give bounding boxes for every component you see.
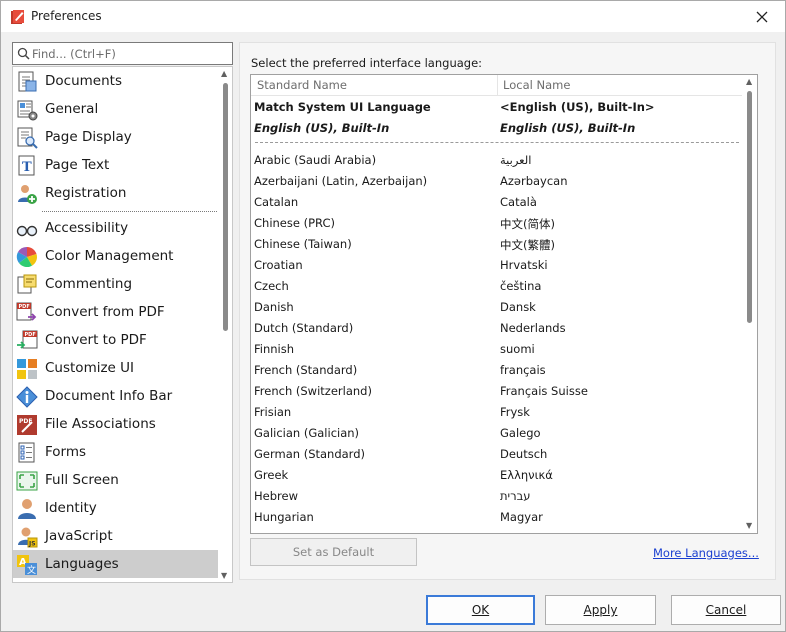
language-row[interactable]: Czech čeština [251, 276, 743, 297]
language-row[interactable]: Dutch (Standard) Nederlands [251, 318, 743, 339]
color-management-icon [16, 246, 37, 268]
language-row[interactable]: Frisian Frysk [251, 402, 743, 423]
general-icon [17, 100, 38, 121]
scroll-down-arrow-icon[interactable]: ▼ [746, 521, 752, 530]
registration-icon [18, 185, 37, 204]
convert-to-pdf-icon: PDF [17, 330, 38, 349]
nav-item-file-associations[interactable]: PDF File Associations [13, 410, 218, 438]
nav-item-identity[interactable]: Identity [13, 494, 218, 522]
ok-button[interactable]: OK [426, 595, 535, 625]
language-row[interactable]: Croatian Hrvatski [251, 255, 743, 276]
page-display-icon [17, 127, 38, 149]
language-prompt: Select the preferred interface language: [251, 56, 483, 70]
scrollbar-thumb[interactable] [747, 91, 752, 323]
full-screen-icon [16, 471, 38, 491]
language-list-scrollbar[interactable]: ▲ ▼ [742, 75, 757, 533]
svg-text:PDF: PDF [19, 304, 30, 310]
nav-item-convert-from-pdf[interactable]: PDF Convert from PDF [13, 298, 218, 326]
language-row[interactable]: Hungarian Magyar [251, 507, 743, 528]
commenting-icon [17, 274, 37, 294]
language-row[interactable]: Hebrew עברית [251, 486, 743, 507]
forms-icon [18, 442, 35, 463]
nav-item-commenting[interactable]: Commenting [13, 270, 218, 298]
nav-item-registration[interactable]: Registration [13, 179, 218, 207]
file-associations-icon: PDF [17, 415, 37, 435]
language-row[interactable]: Azerbaijani (Latin, Azerbaijan) Azərbayca… [251, 171, 743, 192]
list-separator [255, 142, 739, 143]
search-icon [17, 47, 30, 60]
nav-item-languages[interactable]: A文 Languages [13, 550, 218, 578]
preferences-dialog: Preferences Documents General Page Displ… [0, 0, 786, 632]
nav-item-documents[interactable]: Documents [13, 67, 218, 95]
search-field[interactable] [12, 42, 233, 65]
nav-item-customize-ui[interactable]: Customize UI [13, 354, 218, 382]
nav-item-general[interactable]: General [13, 95, 218, 123]
column-header-standard-name[interactable]: Standard Name [257, 78, 347, 92]
list-header: Standard Name Local Name [251, 75, 743, 96]
page-text-icon: T [18, 155, 35, 176]
apply-button[interactable]: Apply [545, 595, 656, 625]
language-row[interactable]: French (Switzerland) Français Suisse [251, 381, 743, 402]
nav-item-page-text[interactable]: T Page Text [13, 151, 218, 179]
category-list[interactable]: Documents General Page Display T Page Te… [12, 66, 233, 583]
cancel-button[interactable]: Cancel [671, 595, 781, 625]
language-row[interactable]: French (Standard) français [251, 360, 743, 381]
language-row[interactable]: Chinese (Taiwan) 中文(繁體) [251, 234, 743, 255]
language-row-match-system[interactable]: Match System UI Language <English (US), … [251, 97, 743, 118]
accessibility-glasses-icon [16, 225, 38, 237]
title-bar: Preferences [1, 1, 785, 32]
identity-icon [18, 499, 36, 519]
nav-item-accessibility[interactable]: Accessibility [13, 214, 218, 242]
category-list-scrollbar[interactable]: ▲ ▼ [218, 67, 232, 582]
language-list[interactable]: Standard Name Local Name Match System UI… [250, 74, 758, 534]
language-row[interactable]: Danish Dansk [251, 297, 743, 318]
app-icon [11, 10, 24, 24]
column-divider[interactable] [497, 75, 498, 96]
nav-item-javascript[interactable]: JS JavaScript [13, 522, 218, 550]
close-icon [756, 11, 768, 22]
language-row[interactable]: Arabic (Saudi Arabia) العربية [251, 150, 743, 171]
nav-item-full-screen[interactable]: Full Screen [13, 466, 218, 494]
language-row[interactable]: Chinese (PRC) 中文(简体) [251, 213, 743, 234]
languages-icon: A文 [17, 555, 37, 576]
svg-text:T: T [22, 160, 32, 175]
window-title: Preferences [31, 9, 102, 23]
nav-item-page-display[interactable]: Page Display [13, 123, 218, 151]
customize-ui-icon [17, 359, 37, 379]
svg-text:文: 文 [27, 564, 36, 576]
nav-item-color-management[interactable]: Color Management [13, 242, 218, 270]
nav-item-document-info-bar[interactable]: Document Info Bar [13, 382, 218, 410]
nav-item-convert-to-pdf[interactable]: PDF Convert to PDF [13, 326, 218, 354]
convert-from-pdf-icon: PDF [16, 302, 37, 321]
column-header-local-name[interactable]: Local Name [503, 78, 570, 92]
svg-text:JS: JS [28, 541, 36, 548]
scroll-down-arrow-icon[interactable]: ▼ [221, 571, 227, 580]
javascript-icon: JS [18, 527, 38, 548]
language-row[interactable]: Galician (Galician) Galego [251, 423, 743, 444]
scroll-up-arrow-icon[interactable]: ▲ [746, 77, 752, 86]
language-row[interactable]: Finnish suomi [251, 339, 743, 360]
nav-separator [42, 211, 217, 212]
info-icon [16, 386, 38, 408]
search-input[interactable] [32, 45, 227, 62]
language-row[interactable]: Greek Ελληνικά [251, 465, 743, 486]
set-as-default-button[interactable]: Set as Default [250, 538, 417, 566]
scroll-up-arrow-icon[interactable]: ▲ [221, 69, 227, 78]
scrollbar-thumb[interactable] [223, 83, 228, 331]
nav-item-forms[interactable]: Forms [13, 438, 218, 466]
close-button[interactable] [739, 1, 785, 32]
language-row-builtin[interactable]: English (US), Built-In English (US), Bui… [251, 118, 743, 139]
documents-icon [18, 71, 37, 92]
language-row[interactable]: German (Standard) Deutsch [251, 444, 743, 465]
more-languages-link[interactable]: More Languages... [653, 546, 759, 560]
svg-text:PDF: PDF [25, 332, 36, 338]
language-row[interactable]: Catalan Català [251, 192, 743, 213]
